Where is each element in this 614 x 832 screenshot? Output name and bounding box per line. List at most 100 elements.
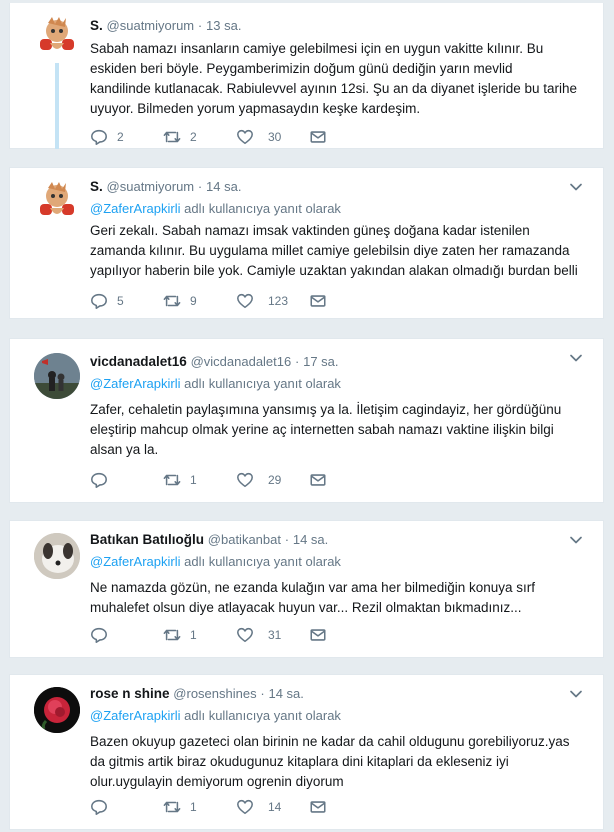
dm-button[interactable] (309, 128, 382, 146)
mention-link[interactable]: @ZaferArapkirli (90, 708, 181, 723)
mention-link[interactable]: @ZaferArapkirli (90, 554, 181, 569)
tweet-text-line: Bazen okuyup gazeteci olan birinin ne ka… (90, 734, 570, 749)
dm-button[interactable] (309, 471, 382, 489)
display-name[interactable]: Batıkan Batılıoğlu (90, 532, 204, 547)
like-count: 29 (268, 473, 282, 487)
display-name[interactable]: S. (90, 18, 103, 33)
tweet-actions: 2 2 30 (90, 127, 382, 147)
avatar[interactable] (34, 533, 80, 579)
reply-button[interactable] (90, 798, 163, 816)
separator-dot: · (260, 686, 265, 701)
tweet-text-line: Zafer, cehaletin paylaşımına yansımış ya… (90, 402, 562, 417)
tweet-text-line: zamanda kılınır. Bu uygulama millet cami… (90, 243, 570, 258)
avatar[interactable] (34, 687, 80, 733)
reply-button[interactable]: 5 (90, 292, 163, 310)
tweet-text-line: eleştirip mahcup olmak yerine aç interne… (90, 422, 554, 437)
avatar[interactable] (34, 353, 80, 399)
retweet-count: 1 (190, 473, 197, 487)
user-handle[interactable]: @suatmiyorum (107, 179, 195, 194)
avatar[interactable] (34, 13, 80, 59)
tweet[interactable]: S. @suatmiyorum · 13 sa. Sabah namazı in… (9, 3, 604, 149)
heart-icon (237, 293, 253, 309)
reply-button[interactable]: 2 (90, 128, 163, 146)
avatar-image (40, 17, 74, 50)
user-handle[interactable]: @suatmiyorum (107, 18, 195, 33)
envelope-icon (310, 131, 326, 143)
reply-count: 2 (117, 130, 124, 144)
retweet-button[interactable]: 9 (163, 292, 236, 310)
retweet-icon (163, 295, 181, 307)
tweet-text-line: Ne namazda gözün, ne ezanda kulağın var … (90, 580, 536, 595)
tweet-actions: 1 29 (90, 470, 382, 490)
timestamp[interactable]: 14 sa. (268, 686, 303, 701)
reply-context-text: adlı kullanıcıya yanıt olarak (184, 708, 341, 723)
retweet-button[interactable]: 2 (163, 128, 236, 146)
reply-context: @ZaferArapkirli adlı kullanıcıya yanıt o… (90, 553, 583, 570)
tweet[interactable]: vicdanadalet16 @vicdanadalet16 · 17 sa. … (9, 338, 604, 503)
separator-dot: · (295, 354, 300, 369)
separator-dot: · (284, 532, 290, 547)
retweet-count: 1 (190, 628, 197, 642)
tweet-text-line: alsan ya la. (90, 442, 159, 457)
timestamp[interactable]: 13 sa. (206, 18, 241, 33)
display-name[interactable]: vicdanadalet16 (90, 354, 187, 369)
retweet-button[interactable]: 1 (163, 798, 236, 816)
avatar[interactable] (34, 178, 80, 224)
tweet-text-line: Geri zekalı. Sabah namazı imsak vaktinde… (90, 223, 530, 238)
like-button[interactable]: 14 (236, 798, 309, 816)
like-count: 14 (268, 800, 282, 814)
reply-button[interactable] (90, 626, 163, 644)
mention-link[interactable]: @ZaferArapkirli (90, 376, 181, 391)
reply-count: 5 (117, 294, 124, 308)
timestamp[interactable]: 17 sa. (303, 354, 338, 369)
tweet-text-line: Sabah namazı insanların camiye gelebilme… (90, 41, 544, 56)
dm-button[interactable] (309, 292, 382, 310)
like-button[interactable]: 123 (236, 292, 309, 310)
retweet-icon (163, 629, 181, 641)
tweet-text-line: uyuyor. Bilmeden yorum yapmasaydın keşke… (90, 101, 421, 116)
reply-context: @ZaferArapkirli adlı kullanıcıya yanıt o… (90, 200, 583, 217)
dm-button[interactable] (309, 626, 382, 644)
user-handle[interactable]: @vicdanadalet16 (191, 354, 292, 369)
envelope-icon (310, 295, 326, 307)
user-handle[interactable]: @rosenshines (173, 686, 256, 701)
like-button[interactable]: 29 (236, 471, 309, 489)
tweet-text: Ne namazda gözün, ne ezanda kulağın var … (90, 578, 583, 618)
retweet-count: 2 (190, 130, 197, 144)
retweet-button[interactable]: 1 (163, 626, 236, 644)
tweet-text-line: olur.uygulayin demiyorum ogrenin diyorum (90, 774, 344, 789)
like-button[interactable]: 30 (236, 128, 309, 146)
retweet-button[interactable]: 1 (163, 471, 236, 489)
avatar-image (40, 182, 74, 215)
timestamp[interactable]: 14 sa. (206, 179, 241, 194)
heart-icon (237, 472, 253, 488)
like-count: 123 (268, 294, 289, 308)
display-name[interactable]: S. (90, 179, 103, 194)
separator-dot: · (197, 18, 203, 33)
reply-icon (91, 293, 107, 309)
tweet[interactable]: Batıkan Batılıoğlu @batikanbat · 14 sa. … (9, 520, 604, 658)
like-button[interactable]: 31 (236, 626, 309, 644)
heart-icon (237, 129, 253, 145)
mention-link[interactable]: @ZaferArapkirli (90, 201, 181, 216)
retweet-count: 9 (190, 294, 197, 308)
reply-context-text: adlı kullanıcıya yanıt olarak (184, 376, 341, 391)
timestamp[interactable]: 14 sa. (293, 532, 328, 547)
reply-button[interactable] (90, 471, 163, 489)
like-count: 30 (268, 130, 282, 144)
avatar-image (34, 533, 80, 579)
tweet[interactable]: rose n shine @rosenshines · 14 sa. @Zafe… (9, 674, 604, 830)
reply-context-text: adlı kullanıcıya yanıt olarak (184, 554, 341, 569)
tweet-header: rose n shine @rosenshines · 14 sa. (90, 685, 583, 703)
display-name[interactable]: rose n shine (90, 686, 170, 701)
user-handle[interactable]: @batikanbat (208, 532, 281, 547)
reply-icon (91, 627, 107, 643)
tweet-text: Geri zekalı. Sabah namazı imsak vaktinde… (90, 221, 583, 281)
tweet-text: Zafer, cehaletin paylaşımına yansımış ya… (90, 400, 583, 460)
tweet-text-line: kandilinde kutlanacak. Rabiulevvel ayını… (90, 81, 578, 96)
tweet[interactable]: S. @suatmiyorum · 14 sa. @ZaferArapkirli… (9, 167, 604, 319)
tweet-text: Bazen okuyup gazeteci olan birinin ne ka… (90, 732, 583, 792)
envelope-icon (310, 629, 326, 641)
tweet-actions: 5 9 123 (90, 291, 382, 311)
dm-button[interactable] (309, 798, 382, 816)
